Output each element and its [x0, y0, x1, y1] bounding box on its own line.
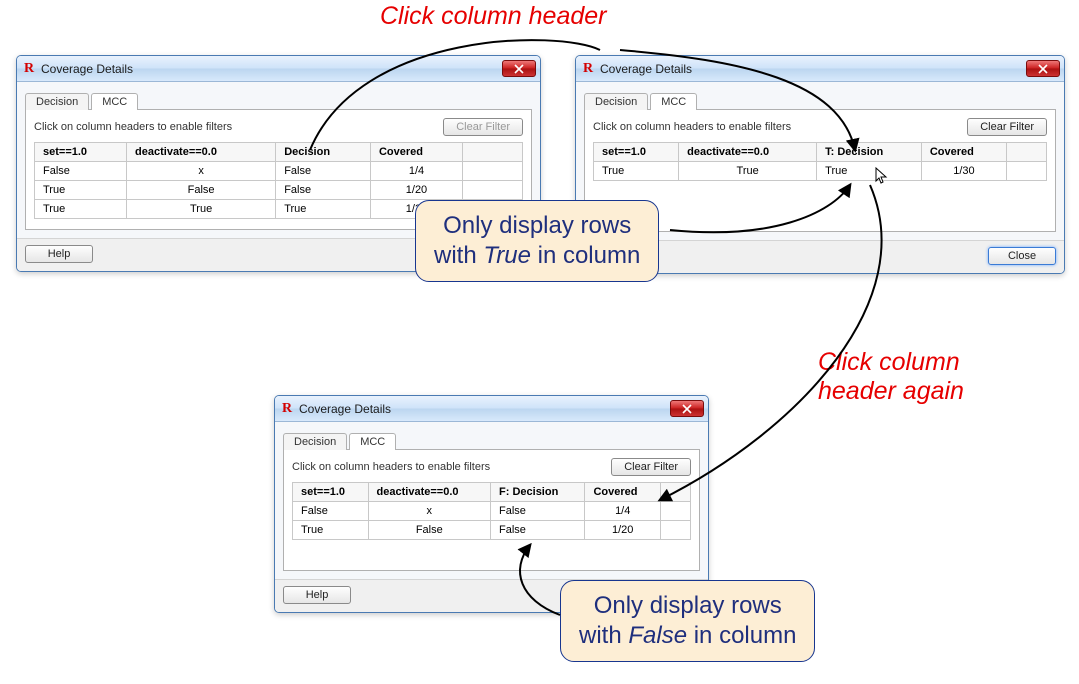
close-icon[interactable] [670, 400, 704, 417]
cell: 1/20 [370, 181, 462, 200]
cell: False [293, 502, 369, 521]
close-icon[interactable] [502, 60, 536, 77]
col-deactivate[interactable]: deactivate==0.0 [127, 143, 276, 162]
cell [661, 521, 691, 540]
cursor-icon [875, 167, 889, 185]
annotation-click-header: Click column header [380, 2, 607, 31]
titlebar: R Coverage Details [275, 396, 708, 422]
tab-mcc[interactable]: MCC [349, 433, 396, 450]
balloon-line: with True in column [434, 241, 640, 271]
clear-filter-button[interactable]: Clear Filter [967, 118, 1047, 136]
cell [463, 162, 523, 181]
cell: False [276, 162, 371, 181]
col-tail [661, 483, 691, 502]
cell: False [368, 521, 490, 540]
clear-filter-button[interactable]: Clear Filter [443, 118, 523, 136]
cell [661, 502, 691, 521]
cell: False [276, 181, 371, 200]
col-decision[interactable]: T: Decision [817, 143, 922, 162]
col-set[interactable]: set==1.0 [35, 143, 127, 162]
window-title: Coverage Details [299, 402, 670, 416]
cell: True [35, 200, 127, 219]
cell: 1/4 [370, 162, 462, 181]
col-decision[interactable]: F: Decision [491, 483, 585, 502]
col-set[interactable]: set==1.0 [594, 143, 679, 162]
clear-filter-button[interactable]: Clear Filter [611, 458, 691, 476]
table-row: False x False 1/4 [293, 502, 691, 521]
col-deactivate[interactable]: deactivate==0.0 [679, 143, 817, 162]
help-button[interactable]: Help [283, 586, 351, 604]
tab-content: Click on column headers to enable filter… [283, 450, 700, 571]
window-title: Coverage Details [41, 62, 502, 76]
cell: 1/4 [585, 502, 661, 521]
col-tail [1007, 143, 1047, 162]
tabs: Decision MCC [584, 88, 1056, 110]
col-tail [463, 143, 523, 162]
cell [1007, 162, 1047, 181]
tab-mcc[interactable]: MCC [91, 93, 138, 110]
titlebar: R Coverage Details [576, 56, 1064, 82]
balloon-line: Only display rows [579, 591, 796, 621]
filter-hint: Click on column headers to enable filter… [292, 461, 490, 473]
help-button[interactable]: Help [25, 245, 93, 263]
cell: True [817, 162, 922, 181]
cell: 1/30 [921, 162, 1006, 181]
tab-decision[interactable]: Decision [283, 433, 347, 450]
cell [463, 181, 523, 200]
close-button[interactable]: Close [988, 247, 1056, 265]
table-row: False x False 1/4 [35, 162, 523, 181]
col-deactivate[interactable]: deactivate==0.0 [368, 483, 490, 502]
cell: x [127, 162, 276, 181]
balloon-line: Only display rows [434, 211, 640, 241]
tab-decision[interactable]: Decision [584, 93, 648, 110]
cell: False [35, 162, 127, 181]
balloon-line: with False in column [579, 621, 796, 651]
col-decision[interactable]: Decision [276, 143, 371, 162]
close-icon[interactable] [1026, 60, 1060, 77]
cell: True [35, 181, 127, 200]
col-covered[interactable]: Covered [370, 143, 462, 162]
cell: x [368, 502, 490, 521]
coverage-table: set==1.0 deactivate==0.0 F: Decision Cov… [292, 482, 691, 540]
cell: True [679, 162, 817, 181]
dialog-body: Decision MCC Click on column headers to … [275, 422, 708, 579]
table-row: True False False 1/20 [293, 521, 691, 540]
annotation-click-header-again: Click column header again [818, 348, 964, 406]
cell: False [491, 521, 585, 540]
col-covered[interactable]: Covered [921, 143, 1006, 162]
titlebar: R Coverage Details [17, 56, 540, 82]
cell: True [293, 521, 369, 540]
cell: 1/20 [585, 521, 661, 540]
table-row: True False False 1/20 [35, 181, 523, 200]
filter-hint: Click on column headers to enable filter… [34, 121, 232, 133]
tabs: Decision MCC [25, 88, 532, 110]
cell: False [127, 181, 276, 200]
tab-mcc[interactable]: MCC [650, 93, 697, 110]
cell: True [594, 162, 679, 181]
col-set[interactable]: set==1.0 [293, 483, 369, 502]
col-covered[interactable]: Covered [585, 483, 661, 502]
cell: True [127, 200, 276, 219]
balloon-true-filter: Only display rows with True in column [415, 200, 659, 282]
tabs: Decision MCC [283, 428, 700, 450]
filter-hint: Click on column headers to enable filter… [593, 121, 791, 133]
table-row: True True True 1/30 [594, 162, 1047, 181]
window-title: Coverage Details [600, 62, 1026, 76]
app-r-icon: R [580, 61, 596, 77]
cell: True [276, 200, 371, 219]
balloon-false-filter: Only display rows with False in column [560, 580, 815, 662]
app-r-icon: R [21, 61, 37, 77]
app-r-icon: R [279, 401, 295, 417]
coverage-table: set==1.0 deactivate==0.0 T: Decision Cov… [593, 142, 1047, 181]
tab-decision[interactable]: Decision [25, 93, 89, 110]
cell: False [491, 502, 585, 521]
